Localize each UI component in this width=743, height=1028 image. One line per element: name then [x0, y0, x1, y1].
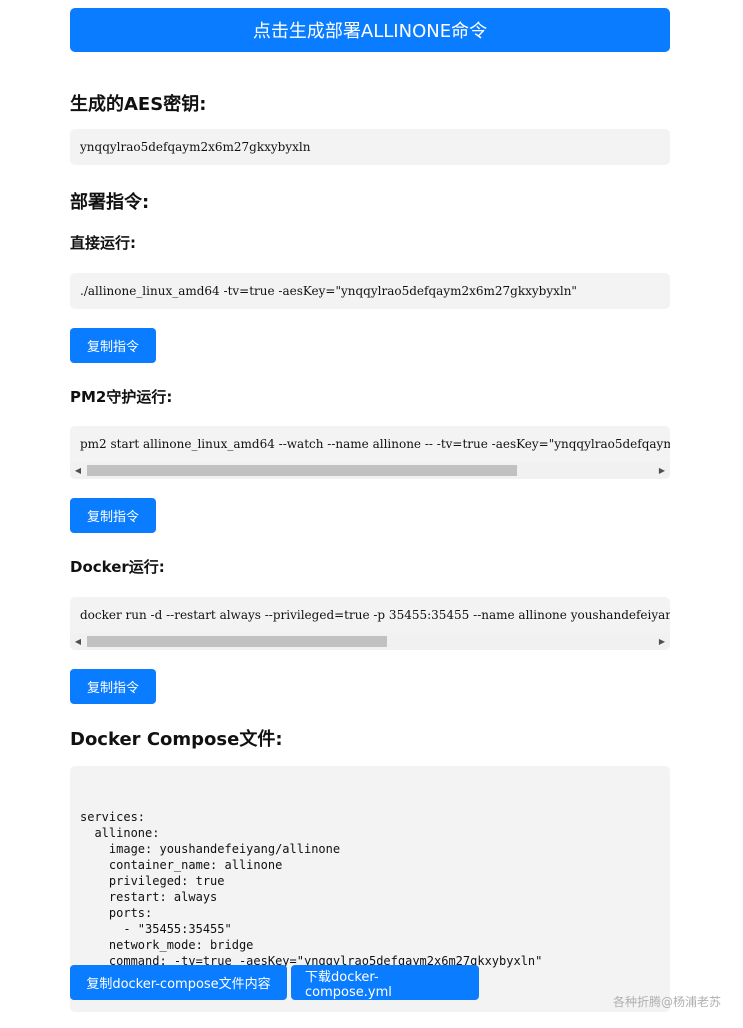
docker-horizontal-scrollbar[interactable]: ◀ ▶	[70, 633, 670, 650]
watermark-text: 各种折腾@杨浦老苏	[612, 995, 721, 1009]
deploy-heading: 部署指令:	[70, 192, 150, 213]
compose-line: - "35455:35455"	[80, 922, 232, 936]
compose-line: network_mode: bridge	[80, 938, 254, 952]
copy-pm2-command-button[interactable]: 复制指令	[70, 498, 156, 533]
triangle-right-icon[interactable]: ▶	[654, 633, 670, 650]
compose-line: allinone:	[80, 826, 160, 840]
download-compose-button[interactable]: 下载docker-compose.yml	[291, 965, 479, 1000]
triangle-left-icon[interactable]: ◀	[70, 633, 86, 650]
aes-key-box: ynqqylrao5defqaym2x6m27gkxybyxln	[70, 129, 670, 165]
triangle-right-icon[interactable]: ▶	[654, 462, 670, 479]
compose-line: services:	[80, 810, 146, 824]
triangle-left-icon[interactable]: ◀	[70, 462, 86, 479]
pm2-run-heading: PM2守护运行:	[70, 388, 173, 406]
docker-scroll-thumb[interactable]	[87, 636, 387, 647]
direct-command-text: ./allinone_linux_amd64 -tv=true -aesKey=…	[80, 284, 577, 298]
docker-run-heading: Docker运行:	[70, 558, 165, 576]
pm2-horizontal-scrollbar[interactable]: ◀ ▶	[70, 462, 670, 479]
compose-line: container_name: allinone	[80, 858, 283, 872]
aes-key-value: ynqqylrao5defqaym2x6m27gkxybyxln	[80, 140, 311, 154]
copy-docker-command-button[interactable]: 复制指令	[70, 669, 156, 704]
pm2-scroll-thumb[interactable]	[87, 465, 517, 476]
copy-compose-button[interactable]: 复制docker-compose文件内容	[70, 965, 287, 1000]
compose-line: restart: always	[80, 890, 218, 904]
aes-key-heading: 生成的AES密钥:	[70, 94, 207, 115]
docker-command-text: docker run -d --restart always --privile…	[80, 608, 670, 622]
compose-line: privileged: true	[80, 874, 225, 888]
compose-line: image: youshandefeiyang/allinone	[80, 842, 341, 856]
compose-heading: Docker Compose文件:	[70, 729, 283, 750]
generate-command-button[interactable]: 点击生成部署ALLINONE命令	[70, 8, 670, 52]
compose-line: ports:	[80, 906, 153, 920]
direct-run-heading: 直接运行:	[70, 234, 136, 252]
direct-command-box: ./allinone_linux_amd64 -tv=true -aesKey=…	[70, 273, 670, 309]
pm2-command-text: pm2 start allinone_linux_amd64 --watch -…	[80, 437, 670, 451]
pm2-command-box: pm2 start allinone_linux_amd64 --watch -…	[70, 426, 670, 479]
docker-command-box: docker run -d --restart always --privile…	[70, 597, 670, 650]
copy-direct-command-button[interactable]: 复制指令	[70, 328, 156, 363]
